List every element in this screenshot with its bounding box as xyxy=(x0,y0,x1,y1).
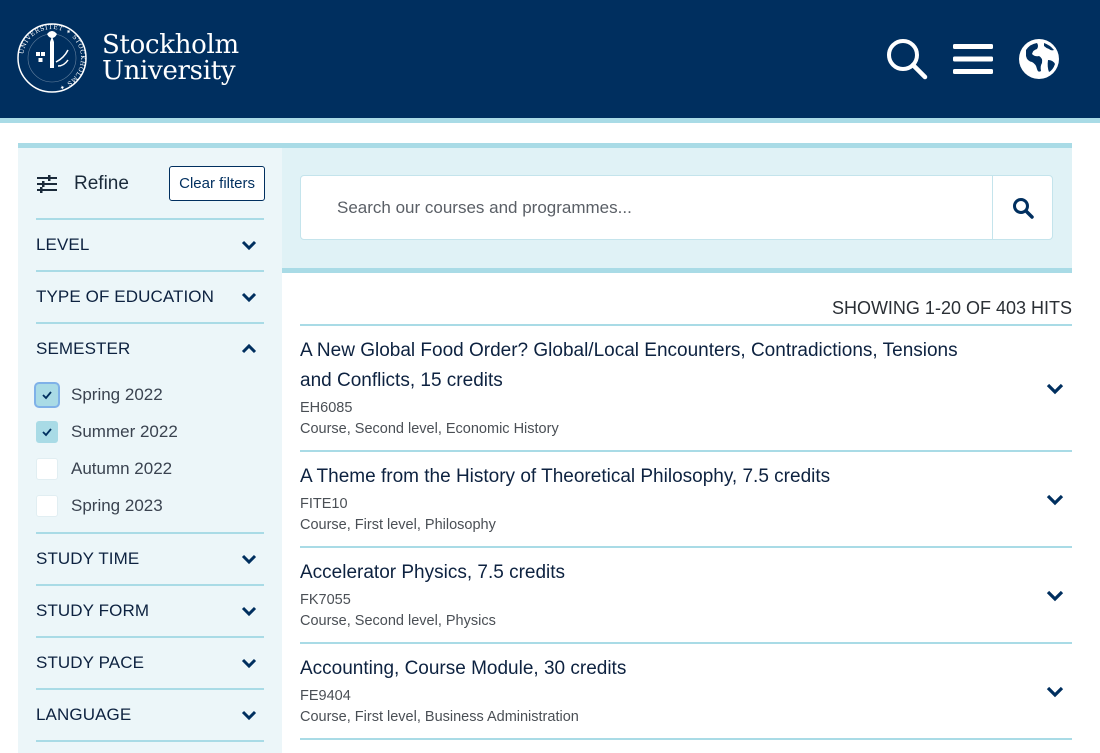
chevron-down-icon xyxy=(241,710,257,721)
facet-type-of-education: TYPE OF EDUCATION xyxy=(36,270,264,322)
facet-label: STUDY PACE xyxy=(36,653,145,672)
menu-icon[interactable] xyxy=(950,36,996,82)
result-title[interactable]: A Theme from the History of Theoretical … xyxy=(300,462,992,492)
result-meta: Course, First level, Philosophy xyxy=(300,517,496,533)
checkbox-checked[interactable] xyxy=(36,383,58,406)
refine-header: Refine Clear filters xyxy=(36,166,265,202)
chevron-down-icon xyxy=(241,658,257,669)
search-panel-border xyxy=(282,268,1072,273)
facet-label: TYPE OF EDUCATION xyxy=(36,287,215,306)
checkbox-unchecked[interactable] xyxy=(36,457,58,480)
refine-label: Refine xyxy=(74,173,129,194)
brand-line-1: Stockholm xyxy=(102,30,239,60)
facet-toggle-study-form[interactable]: STUDY FORM xyxy=(36,586,264,636)
checkbox-checked[interactable] xyxy=(36,420,58,443)
chevron-up-icon xyxy=(241,343,257,354)
chevron-down-icon[interactable] xyxy=(1044,585,1066,607)
chevron-down-icon xyxy=(241,292,257,303)
chevron-down-icon[interactable] xyxy=(1044,378,1066,400)
option-label: Spring 2022 xyxy=(71,384,163,404)
header-actions xyxy=(884,36,1062,82)
chevron-down-icon[interactable] xyxy=(1044,681,1066,703)
course-search-input[interactable] xyxy=(301,176,992,239)
result-title[interactable]: Accelerator Physics, 7.5 credits xyxy=(300,558,992,588)
facet-label: STUDY TIME xyxy=(36,549,140,568)
result-meta: Course, First level, Business Administra… xyxy=(300,709,579,725)
facet-label: STUDY FORM xyxy=(36,601,150,620)
option-label: Summer 2022 xyxy=(71,421,178,441)
result-title[interactable]: Accounting, Course Module, 30 credits xyxy=(300,654,992,684)
brand-name: Stockholm University xyxy=(102,32,239,84)
facet-study-pace: STUDY PACE xyxy=(36,636,264,688)
facet-toggle-level[interactable]: LEVEL xyxy=(36,220,264,270)
university-seal-icon: ◆ UNIVERSITET ✦ STOCKHOLMS ✦ xyxy=(17,23,87,93)
result-code: FITE10 xyxy=(300,496,348,512)
result-item[interactable]: A New Global Food Order? Global/Local En… xyxy=(300,326,1072,452)
result-meta: Course, Second level, Economic History xyxy=(300,421,559,437)
result-item[interactable]: Accelerator Physics, 7.5 credits FK7055 … xyxy=(300,548,1072,644)
search-icon xyxy=(1012,197,1034,219)
result-code: FK7055 xyxy=(300,592,351,608)
sliders-icon xyxy=(37,175,57,193)
facet-level: LEVEL xyxy=(36,218,264,270)
header-accent-stripe xyxy=(0,118,1100,123)
facet-toggle-type-of-education[interactable]: TYPE OF EDUCATION xyxy=(36,272,264,322)
semester-options: Spring 2022 Summer 2022 Autumn 2022 Spri… xyxy=(36,374,264,532)
checkmark-icon xyxy=(42,427,52,436)
result-item[interactable]: Accounting, Course Module, 30 credits FE… xyxy=(300,644,1072,740)
clear-filters-button[interactable]: Clear filters xyxy=(169,166,265,201)
facet-label: LANGUAGE xyxy=(36,705,132,724)
result-title[interactable]: A New Global Food Order? Global/Local En… xyxy=(300,336,992,396)
chevron-down-icon[interactable] xyxy=(1044,489,1066,511)
facet-list: LEVEL TYPE OF EDUCATION SEMESTER Spring … xyxy=(36,218,264,742)
checkmark-icon xyxy=(42,390,52,399)
facet-study-form: STUDY FORM xyxy=(36,584,264,636)
facet-semester: SEMESTER Spring 2022 Summer 2022 Autumn … xyxy=(36,322,264,532)
semester-option-summer-2022[interactable]: Summer 2022 xyxy=(36,413,264,450)
facet-toggle-language[interactable]: LANGUAGE xyxy=(36,690,264,740)
facet-language: LANGUAGE xyxy=(36,688,264,742)
semester-option-autumn-2022[interactable]: Autumn 2022 xyxy=(36,450,264,487)
search-box xyxy=(300,175,1053,240)
search-icon[interactable] xyxy=(884,36,930,82)
globe-icon[interactable] xyxy=(1016,36,1062,82)
facet-toggle-study-time[interactable]: STUDY TIME xyxy=(36,534,264,584)
facet-label: LEVEL xyxy=(36,235,90,254)
facet-toggle-semester[interactable]: SEMESTER xyxy=(36,324,264,374)
chevron-down-icon xyxy=(241,606,257,617)
result-meta: Course, Second level, Physics xyxy=(300,613,496,629)
checkbox-unchecked[interactable] xyxy=(36,494,58,517)
filter-sidebar: Refine Clear filters LEVEL TYPE OF EDUCA… xyxy=(18,148,282,753)
option-label: Autumn 2022 xyxy=(71,458,173,478)
facet-label: SEMESTER xyxy=(36,339,131,358)
semester-option-spring-2022[interactable]: Spring 2022 xyxy=(36,376,264,413)
result-code: FE9404 xyxy=(300,688,351,704)
result-code: EH6085 xyxy=(300,400,353,416)
semester-option-spring-2023[interactable]: Spring 2023 xyxy=(36,487,264,524)
search-panel xyxy=(282,148,1072,268)
results-list: A New Global Food Order? Global/Local En… xyxy=(300,324,1072,740)
site-header: ◆ UNIVERSITET ✦ STOCKHOLMS ✦ Stockholm U… xyxy=(0,0,1100,118)
option-label: Spring 2023 xyxy=(71,495,163,515)
facet-toggle-study-pace[interactable]: STUDY PACE xyxy=(36,638,264,688)
search-submit-button[interactable] xyxy=(992,176,1052,239)
chevron-down-icon xyxy=(241,240,257,251)
university-logo[interactable]: ◆ UNIVERSITET ✦ STOCKHOLMS ✦ Stockholm U… xyxy=(16,22,239,94)
results-count: SHOWING 1-20 OF 403 HITS xyxy=(831,298,1072,318)
result-item[interactable]: A Theme from the History of Theoretical … xyxy=(300,452,1072,548)
chevron-down-icon xyxy=(241,554,257,565)
brand-line-2: University xyxy=(102,56,236,86)
facet-study-time: STUDY TIME xyxy=(36,532,264,584)
